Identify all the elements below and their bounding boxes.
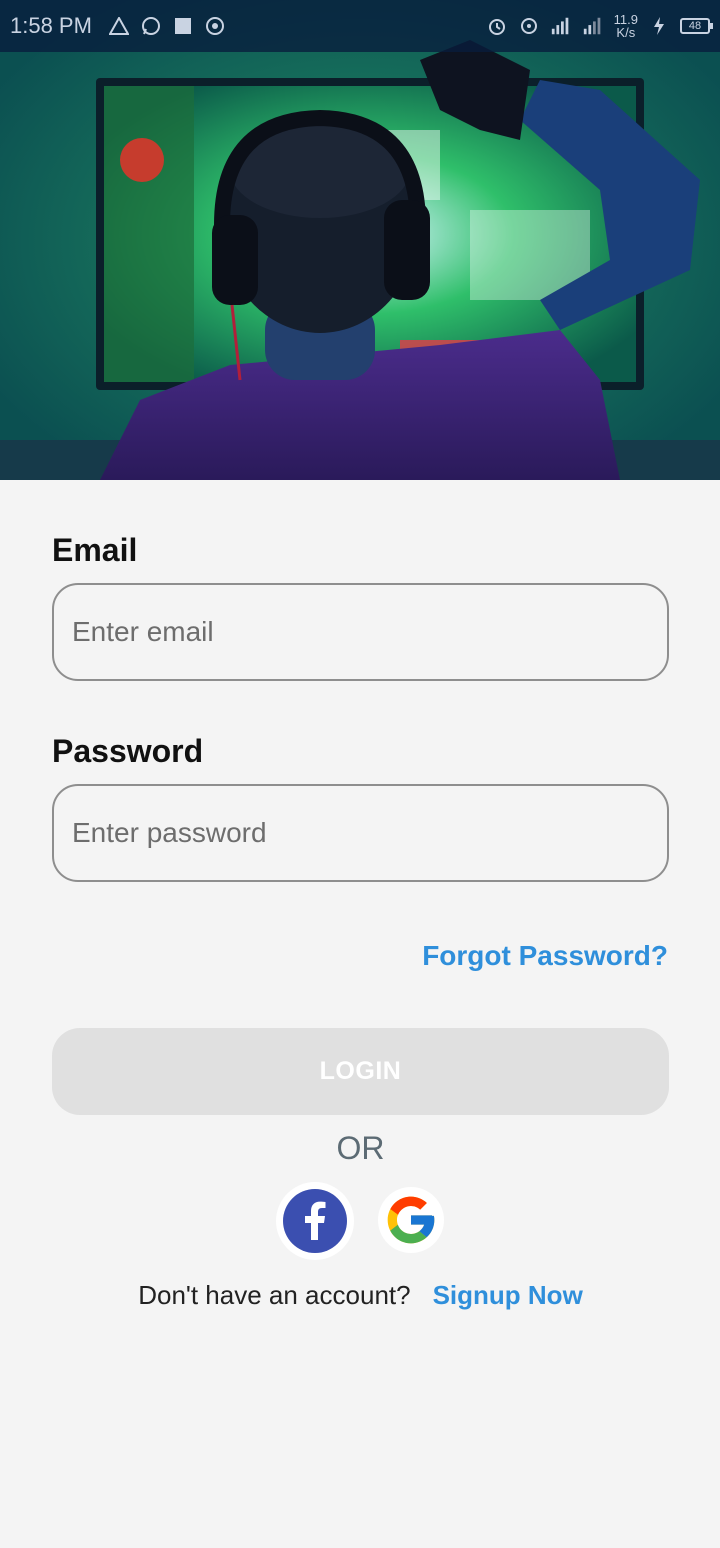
- google-login-button[interactable]: [378, 1187, 444, 1253]
- email-field[interactable]: [52, 583, 669, 681]
- forgot-password-link[interactable]: Forgot Password?: [422, 940, 668, 972]
- network-speed: 11.9 K/s: [614, 13, 638, 39]
- facebook-icon: [283, 1189, 347, 1253]
- cast-icon: [204, 15, 226, 37]
- signup-question: Don't have an account?: [138, 1280, 411, 1310]
- signal-icon: [582, 15, 604, 37]
- signal-4g-icon: [550, 15, 572, 37]
- password-field[interactable]: [52, 784, 669, 882]
- battery-icon: 48: [680, 18, 713, 34]
- whatsapp-icon: [140, 15, 162, 37]
- status-bar: 1:58 PM 11.9 K/s 48: [0, 0, 720, 52]
- alarm-icon: [486, 15, 508, 37]
- facebook-login-button[interactable]: [276, 1182, 354, 1260]
- hotspot-icon: [518, 15, 540, 37]
- social-login: [52, 1180, 669, 1260]
- status-time: 1:58 PM: [10, 13, 92, 38]
- charging-icon: [648, 15, 670, 37]
- network-speed-unit: K/s: [616, 25, 636, 40]
- or-divider: OR: [336, 1130, 385, 1166]
- square-icon: [172, 15, 194, 37]
- login-button[interactable]: LOGIN: [52, 1028, 669, 1115]
- signup-row: Don't have an account? Signup Now: [52, 1280, 669, 1311]
- gamer-illustration: [0, 0, 720, 480]
- google-icon: [387, 1196, 435, 1244]
- signup-link[interactable]: Signup Now: [433, 1280, 583, 1310]
- warning-triangle-icon: [108, 15, 130, 37]
- email-label: Email: [52, 532, 138, 568]
- hero-image: [0, 0, 720, 480]
- password-label: Password: [52, 733, 204, 769]
